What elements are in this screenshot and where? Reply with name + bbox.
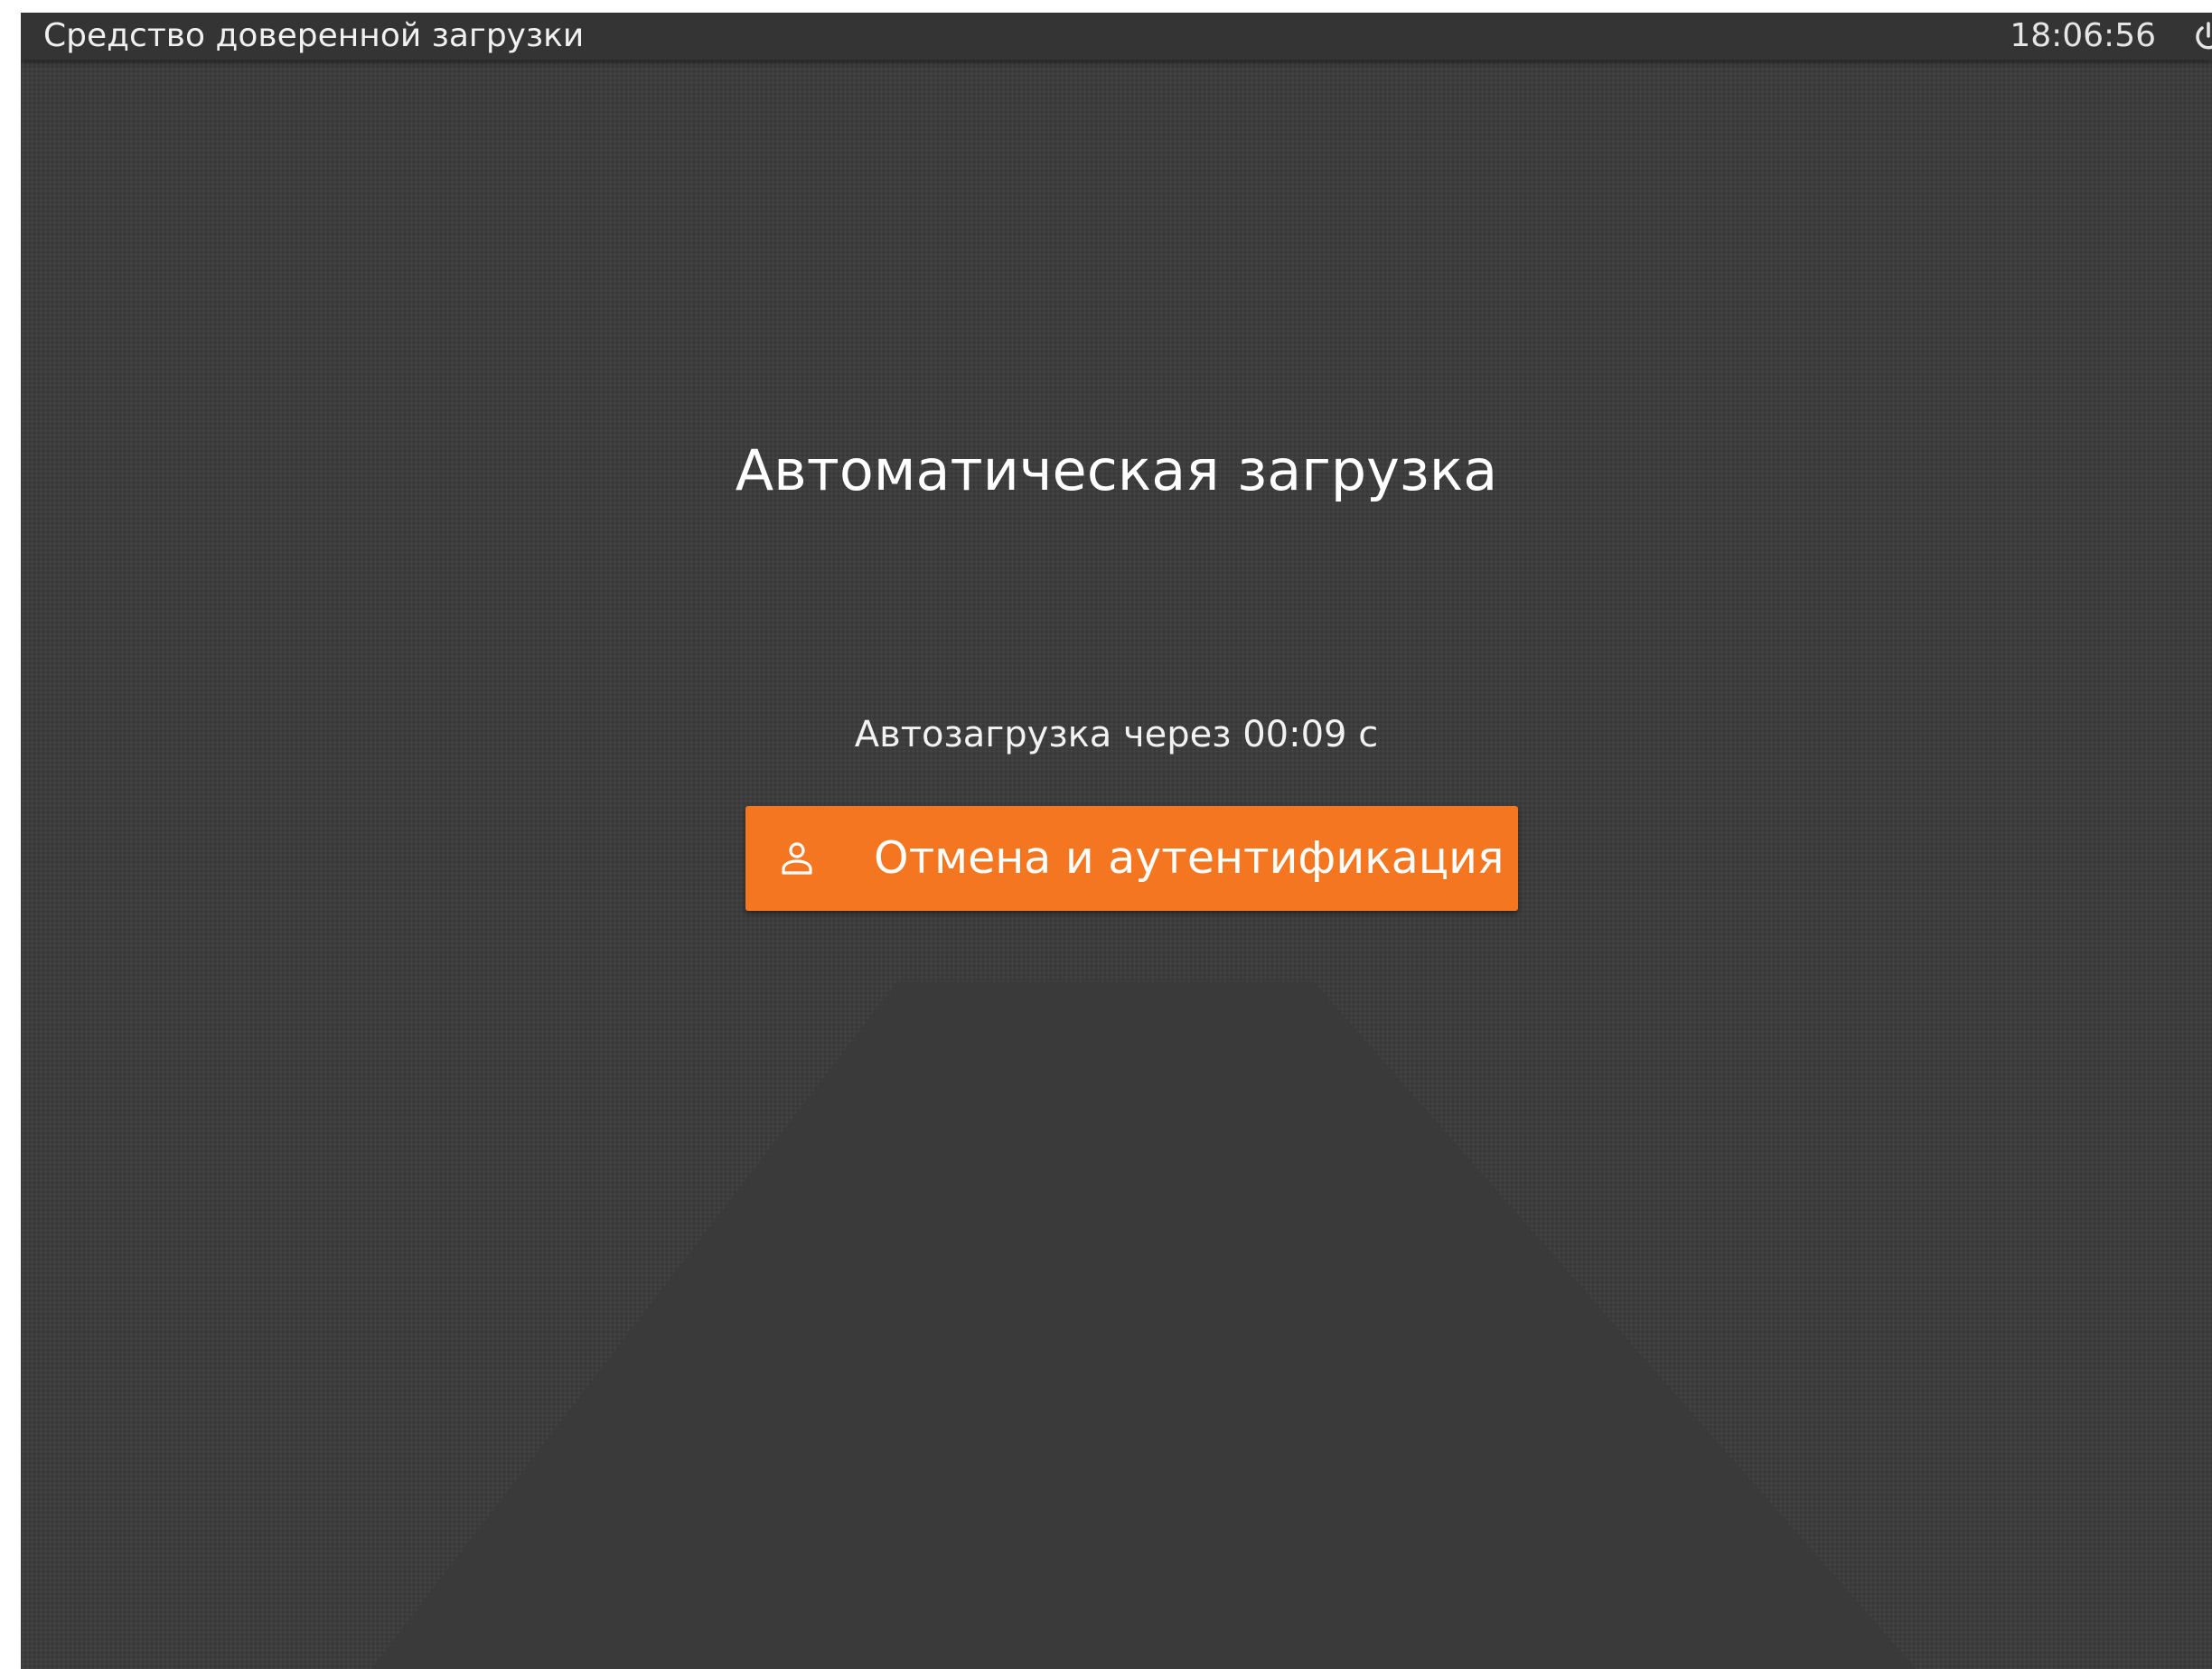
clock: 18:06:56 [2010, 17, 2156, 54]
power-icon [2196, 22, 2212, 50]
power-button[interactable] [2192, 20, 2212, 52]
cancel-button-label: Отмена и аутентификация [874, 832, 1504, 884]
boot-screen: Средство доверенной загрузки 18:06:56 Ав… [21, 13, 2212, 1669]
cancel-and-authenticate-button[interactable]: Отмена и аутентификация [745, 806, 1518, 911]
page-title: Автоматическая загрузка [735, 437, 1498, 503]
app-title: Средство доверенной загрузки [43, 17, 585, 54]
autoboot-countdown: Автозагрузка через 00:09 с [854, 714, 1379, 755]
user-icon [782, 842, 812, 875]
top-bar: Средство доверенной загрузки 18:06:56 [21, 13, 2212, 60]
